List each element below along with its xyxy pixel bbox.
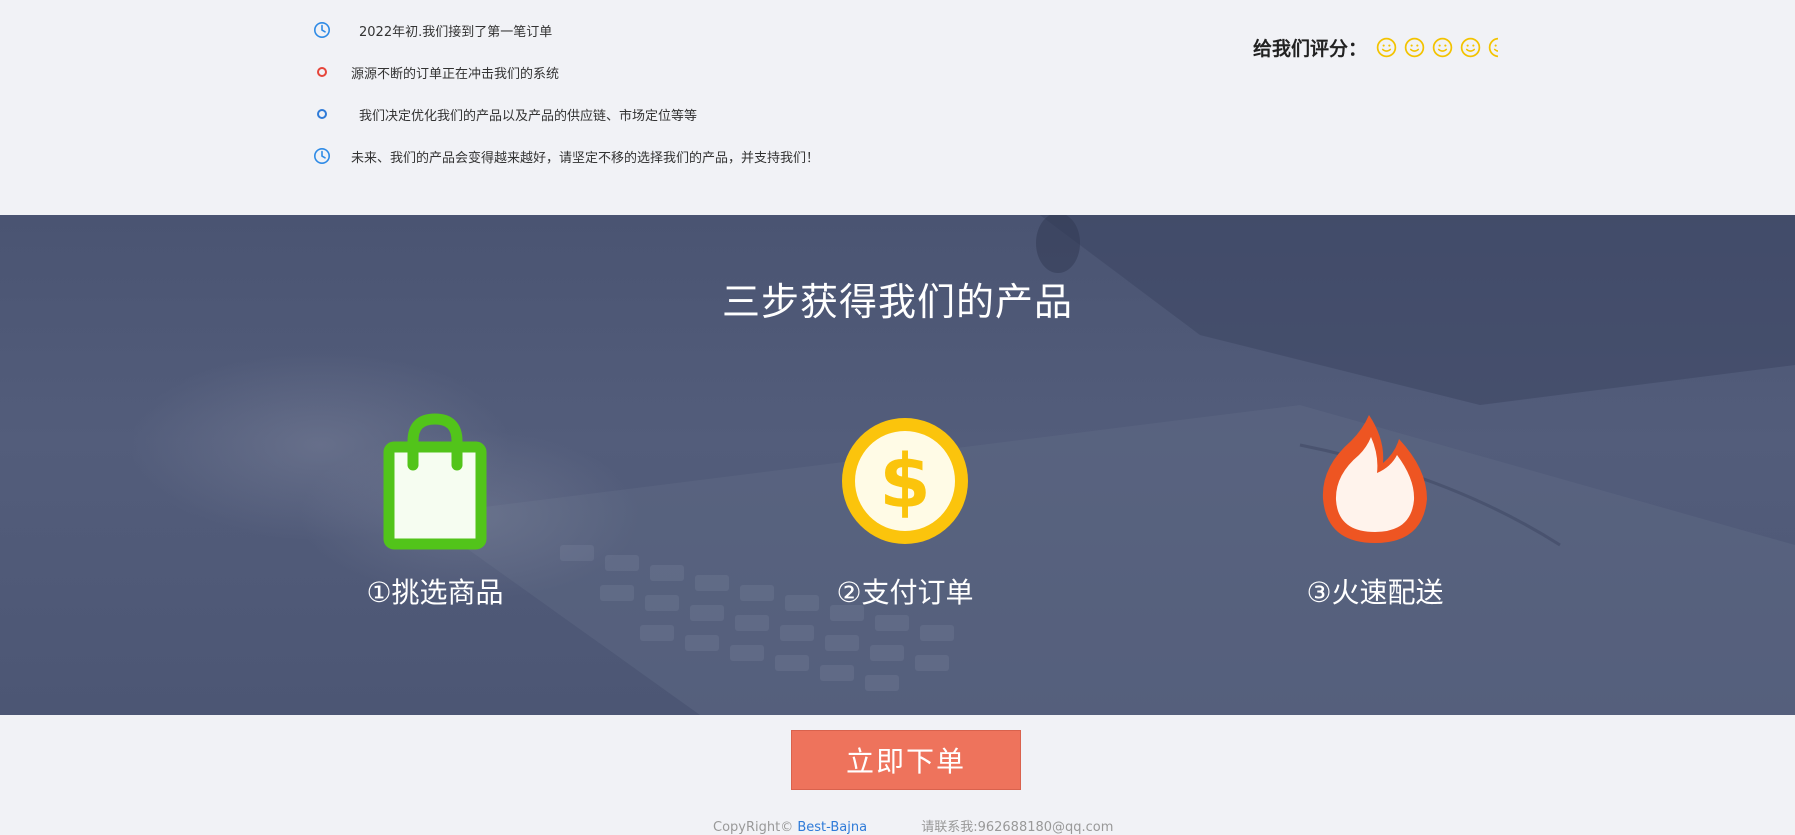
timeline-text: 2022年初.我们接到了第一笔订单 xyxy=(359,24,553,40)
smiley-icon[interactable] xyxy=(1460,37,1481,58)
flame-icon xyxy=(1322,415,1427,543)
circle-icon xyxy=(316,66,328,78)
brand-link[interactable]: Best-Bajna xyxy=(797,820,867,835)
copyright-text: CopyRight© xyxy=(713,820,798,835)
smiley-icon[interactable] xyxy=(1376,37,1397,58)
smiley-icon[interactable] xyxy=(1432,37,1453,58)
contact-text: 请联系我:962688180@qq.com xyxy=(921,820,1114,835)
timeline-text: 未来、我们的产品会变得越来越好，请坚定不移的选择我们的产品，并支持我们！ xyxy=(351,150,820,166)
rating-widget: 给我们评分： xyxy=(1253,32,1498,62)
step-2: $ ②支付订单 xyxy=(785,411,1025,611)
dollar-coin-icon: $ xyxy=(842,418,968,544)
clock-icon xyxy=(313,147,331,165)
step-1-label: ①挑选商品 xyxy=(366,576,504,609)
clock-icon xyxy=(313,21,331,39)
footer: CopyRight© Best-Bajna 请联系我:962688180@qq.… xyxy=(713,816,1113,835)
rating-label: 给我们评分： xyxy=(1253,37,1368,60)
svg-text:$: $ xyxy=(879,439,931,525)
step-2-label: ②支付订单 xyxy=(836,576,974,609)
shopping-bag-icon xyxy=(383,413,487,550)
steps-section: 三步获得我们的产品 ①挑选商品 $ ②支付订单 ③火速配送 xyxy=(0,215,1795,715)
timeline-text: 我们决定优化我们的产品以及产品的供应链、市场定位等等 xyxy=(359,108,698,124)
timeline-text: 源源不断的订单正在冲击我们的系统 xyxy=(351,66,560,82)
step-3: ③火速配送 xyxy=(1255,411,1495,611)
circle-icon xyxy=(316,108,328,120)
smiley-icon[interactable] xyxy=(1404,37,1425,58)
step-3-label: ③火速配送 xyxy=(1306,576,1444,609)
step-1: ①挑选商品 xyxy=(315,411,555,611)
smiley-icon[interactable] xyxy=(1488,37,1498,58)
steps-title: 三步获得我们的产品 xyxy=(721,280,1073,324)
order-now-button[interactable]: 立即下单 xyxy=(791,730,1021,790)
